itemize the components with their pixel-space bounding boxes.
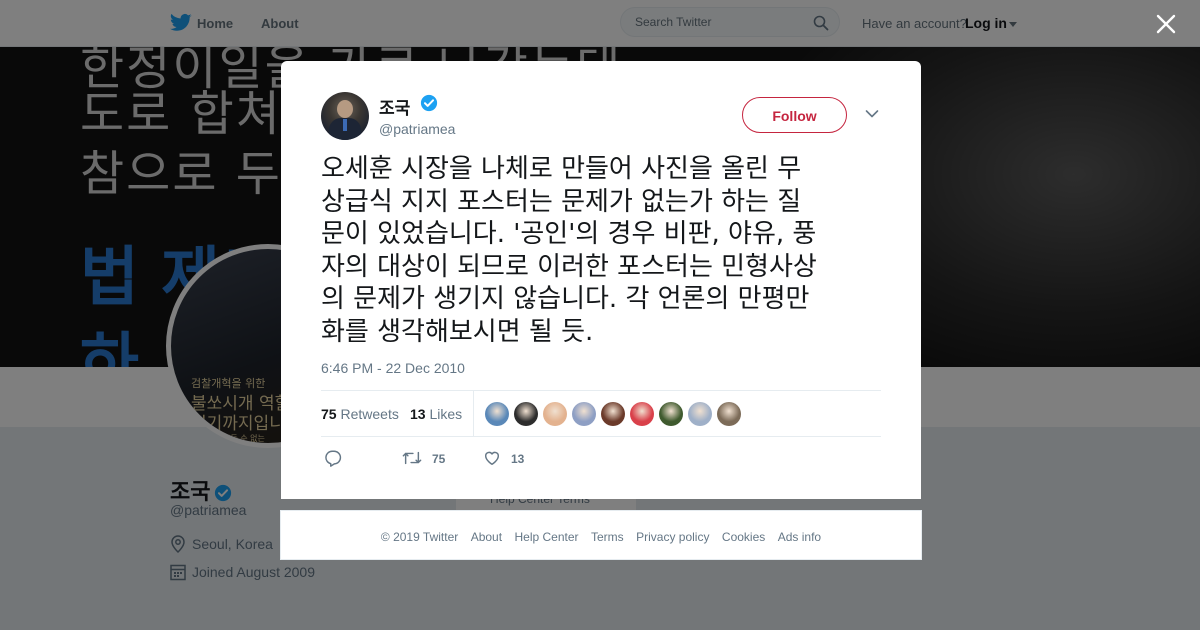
retweet-button[interactable]: 75 [402, 449, 445, 467]
likes-count[interactable]: 13 [410, 406, 426, 422]
liker-avatar[interactable] [717, 402, 741, 426]
liker-avatar[interactable] [601, 402, 625, 426]
liker-avatar[interactable] [688, 402, 712, 426]
liker-avatar[interactable] [543, 402, 567, 426]
footer-link-terms[interactable]: Terms [591, 530, 624, 544]
retweets-stat[interactable]: 75 Retweets [321, 406, 399, 422]
tweet-text: 오세훈 시장을 나체로 만들어 사진을 올린 무 상급식 지지 포스터는 문제가… [321, 154, 817, 347]
chevron-down-icon[interactable] [865, 109, 879, 119]
likes-label[interactable]: Likes [429, 406, 462, 422]
tweet-modal: 조국 @patriamea Follow 오세훈 시장을 나체로 만들어 사진을… [281, 61, 921, 499]
likers-avatars [485, 402, 746, 426]
reply-icon [325, 450, 342, 467]
heart-icon [484, 451, 500, 466]
footer-link-about[interactable]: About [471, 530, 502, 544]
footer-link-help-center[interactable]: Help Center [515, 530, 579, 544]
liker-avatar[interactable] [485, 402, 509, 426]
tweet-timestamp[interactable]: 6:46 PM - 22 Dec 2010 [321, 360, 465, 376]
tweet-stats: 75 Retweets 13 Likes [321, 390, 881, 437]
liker-avatar[interactable] [630, 402, 654, 426]
tweet-actions: 75 13 [321, 449, 621, 469]
tweet-author-name[interactable]: 조국 [379, 94, 410, 119]
verified-badge-icon [420, 94, 438, 112]
close-icon[interactable] [1155, 13, 1177, 35]
footer-link-privacy[interactable]: Privacy policy [636, 530, 709, 544]
footer-copyright: © 2019 Twitter [380, 530, 459, 544]
liker-avatar[interactable] [659, 402, 683, 426]
retweets-label[interactable]: Retweets [340, 406, 398, 422]
retweet-action-count[interactable]: 75 [432, 452, 445, 466]
like-action-count[interactable]: 13 [511, 452, 524, 466]
reply-button[interactable] [324, 449, 342, 467]
tweet-author-avatar[interactable] [321, 92, 369, 140]
like-button[interactable]: 13 [483, 449, 524, 467]
footer-link-cookies[interactable]: Cookies [722, 530, 765, 544]
stats-divider [473, 391, 474, 436]
retweet-icon [402, 451, 422, 465]
liker-avatar[interactable] [514, 402, 538, 426]
modal-footer: © 2019 Twitter About Help Center Terms P… [280, 510, 922, 560]
tweet-author-handle[interactable]: @patriamea [379, 121, 455, 137]
avatar-face [337, 100, 353, 118]
avatar-tie [343, 119, 347, 131]
liker-avatar[interactable] [572, 402, 596, 426]
footer-link-ads-info[interactable]: Ads info [778, 530, 821, 544]
likes-stat[interactable]: 13 Likes [410, 406, 462, 422]
follow-button[interactable]: Follow [742, 97, 847, 133]
retweets-count[interactable]: 75 [321, 406, 337, 422]
